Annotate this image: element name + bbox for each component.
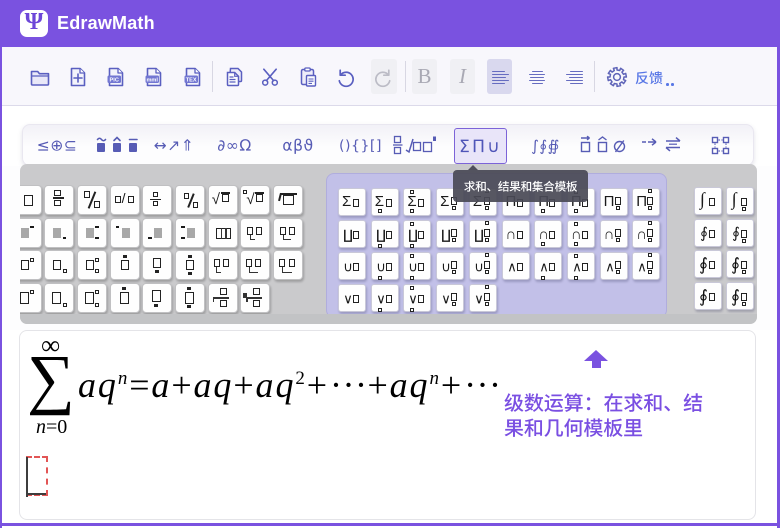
- svg-text:PIC: PIC: [109, 77, 118, 83]
- svg-text:TEX: TEX: [186, 77, 197, 83]
- svg-text:mml: mml: [146, 77, 158, 83]
